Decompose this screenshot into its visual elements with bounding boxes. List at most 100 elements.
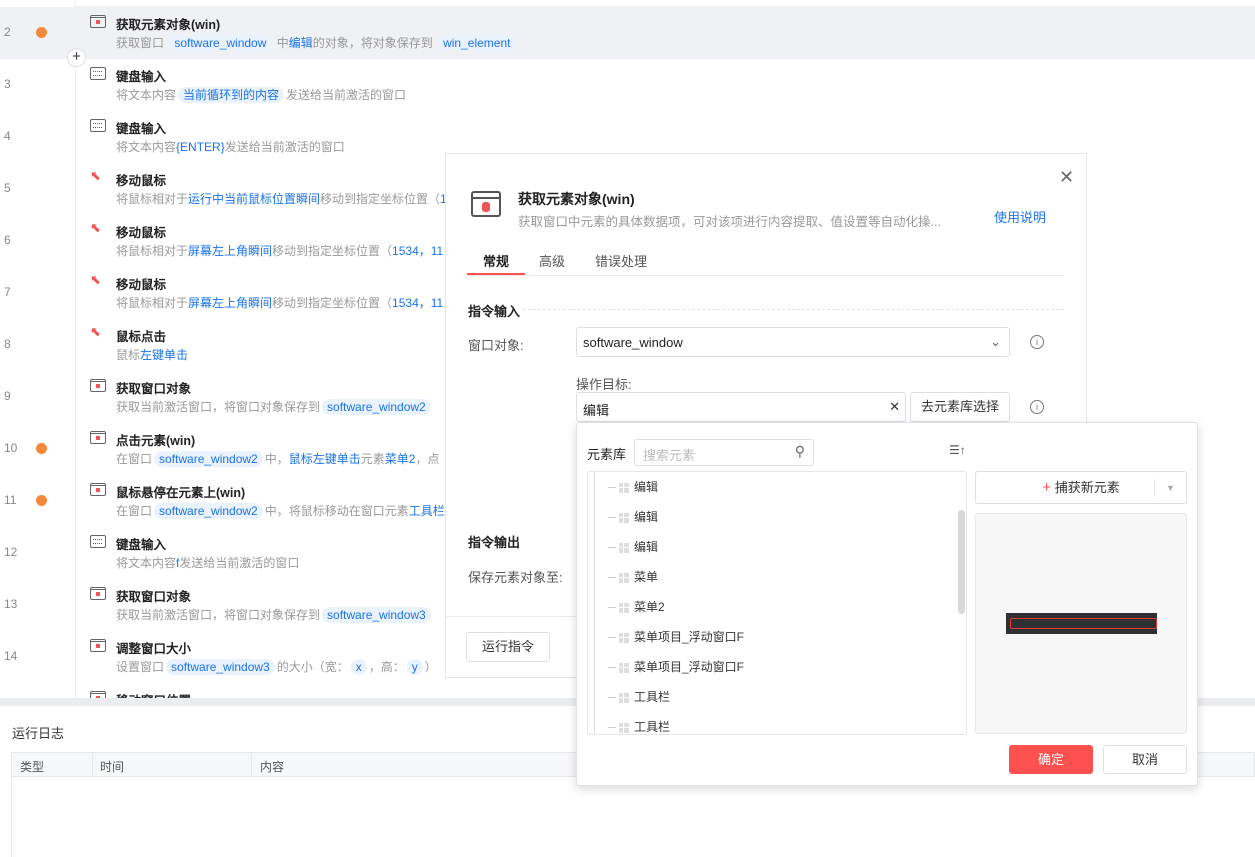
desc-text: 移动到指定坐标位置（ — [272, 296, 393, 310]
close-icon[interactable]: ✕ — [1059, 167, 1074, 188]
variable-chip[interactable]: software_window3 — [322, 607, 431, 623]
variable-link[interactable]: {ENTER} — [176, 140, 225, 154]
variable-link[interactable]: 工具栏 — [409, 504, 445, 518]
variable-chip[interactable]: 当前循环到的内容 — [178, 87, 285, 103]
variable-chip[interactable]: software_window3 — [166, 659, 275, 675]
cancel-button[interactable]: 取消 — [1103, 745, 1187, 774]
target-label: 操作目标: — [576, 377, 632, 392]
element-search-input[interactable]: 搜索元素 ⚲ — [634, 439, 814, 466]
tab-advanced[interactable]: 高级 — [539, 251, 565, 270]
tab-general[interactable]: 常规 — [483, 251, 509, 270]
window-object-label: 窗口对象: — [468, 338, 524, 353]
mouse-cursor-icon: ⬉ — [90, 272, 101, 287]
caret-down-icon[interactable]: ▼ — [1154, 479, 1186, 497]
dialog-description: 获取窗口中元素的具体数据项，可对该项进行内容提取、值设置等自动化操... — [518, 215, 941, 229]
save-element-label: 保存元素对象至: — [468, 570, 563, 585]
add-step-button[interactable]: + — [67, 48, 86, 67]
tree-item[interactable]: 编辑 — [608, 478, 658, 498]
tree-item[interactable]: 编辑 — [608, 538, 658, 558]
variable-link[interactable]: 鼠标左键单击 — [289, 452, 361, 466]
keyboard-icon — [90, 67, 106, 80]
search-icon: ⚲ — [794, 443, 805, 459]
tree-item[interactable]: 工具栏 — [608, 688, 670, 708]
desc-text: 将文本内容 — [116, 556, 177, 570]
step-description: 获取当前激活窗口，将窗口对象保存到 software_window3 — [116, 606, 433, 623]
window-object-select[interactable]: software_window ⌄ — [576, 327, 1010, 357]
element-tree[interactable]: 编辑 编辑 编辑 菜单 菜单2 菜单项目_浮动窗口F 菜单项目_浮动窗口F 工具栏 工具栏 — [587, 471, 967, 735]
variable-chip[interactable]: y — [406, 659, 423, 675]
desc-text: 中，将鼠标移动在窗口元素 — [264, 504, 409, 518]
window-icon — [90, 639, 106, 652]
step-title: 获取元素对象(win) — [116, 18, 221, 32]
desc-text: 将文本内容 — [116, 140, 177, 154]
variable-chip[interactable]: x — [350, 659, 367, 675]
help-link[interactable]: 使用说明 — [994, 207, 1046, 226]
active-tab-indicator — [467, 273, 525, 275]
windows-element-icon — [619, 632, 629, 643]
library-label: 元素库 — [587, 447, 627, 462]
variable-link[interactable]: 左键单击 — [140, 348, 188, 362]
desc-text: ） — [424, 660, 437, 674]
tree-item-label: 编辑 — [634, 480, 659, 494]
pick-from-library-button[interactable]: 去元素库选择 — [910, 392, 1010, 422]
capture-element-button[interactable]: + 捕获新元素 ▼ — [975, 471, 1187, 504]
sort-icon[interactable]: ☰↑ — [949, 443, 966, 457]
variable-link[interactable]: 1534，11 — [392, 296, 443, 310]
breakpoint-icon[interactable] — [36, 443, 47, 454]
window-object-value: software_window — [583, 335, 683, 350]
desc-text: 将文本内容 — [116, 88, 177, 102]
variable-chip[interactable]: software_window2 — [322, 399, 431, 415]
breakpoint-icon[interactable] — [36, 27, 47, 38]
run-command-button[interactable]: 运行指令 — [466, 632, 550, 662]
info-icon[interactable]: i — [1030, 400, 1044, 414]
line-number: 7 — [4, 285, 11, 299]
tab-error-handling[interactable]: 错误处理 — [595, 251, 647, 270]
window-icon — [90, 379, 106, 392]
tree-item[interactable]: 菜单项目_浮动窗口F — [608, 628, 744, 648]
variable-chip[interactable]: software_window — [169, 35, 272, 51]
scrollbar[interactable] — [958, 510, 965, 614]
target-input[interactable]: 编辑 ✕ — [576, 392, 906, 422]
step-title: 键盘输入 — [116, 122, 167, 136]
variable-link[interactable]: 屏幕左上角瞬间 — [188, 244, 272, 258]
variable-link[interactable]: 1534，11 — [392, 244, 443, 258]
flow-step[interactable]: 2 获取元素对象(win) 获取窗口 software_window 中编辑的对象，… — [0, 6, 1255, 59]
variable-chip[interactable]: software_window2 — [154, 451, 263, 467]
tree-item[interactable]: 工具栏 — [608, 718, 671, 734]
line-number: 13 — [4, 597, 18, 611]
info-icon[interactable]: i — [1030, 335, 1044, 349]
variable-chip[interactable]: win_element — [438, 35, 516, 51]
tree-item[interactable]: 菜单2 — [608, 598, 665, 618]
desc-text: ，高： — [368, 660, 405, 674]
keyboard-icon — [90, 535, 106, 548]
clear-icon[interactable]: ✕ — [889, 399, 900, 415]
variable-chip[interactable]: software_window2 — [154, 503, 263, 519]
variable-link[interactable]: 运行中当前鼠标位置瞬间 — [188, 192, 320, 206]
window-icon — [90, 587, 106, 600]
mouse-cursor-icon: ⬉ — [90, 220, 101, 235]
variable-link[interactable]: 屏幕左上角瞬间 — [188, 296, 272, 310]
confirm-button[interactable]: 确定 — [1009, 745, 1093, 774]
tree-item[interactable]: 编辑 — [608, 508, 658, 528]
desc-text: 获取当前激活窗口，将窗口对象保存到 — [116, 400, 321, 414]
line-number: 6 — [4, 233, 11, 247]
column-content: 内容 — [260, 760, 285, 774]
search-placeholder: 搜索元素 — [643, 448, 696, 463]
desc-text: 中， — [264, 452, 289, 466]
windows-element-icon — [619, 512, 629, 523]
tree-item-label: 编辑 — [634, 510, 659, 524]
breakpoint-icon[interactable] — [36, 495, 47, 506]
tree-item-label: 工具栏 — [634, 720, 671, 734]
flow-step[interactable]: 3 键盘输入 将文本内容 当前循环到的内容 发送给当前激活的窗口 — [0, 59, 1255, 111]
variable-link[interactable]: 编辑 — [289, 36, 313, 50]
keyboard-icon — [90, 119, 106, 132]
tree-item-label: 菜单项目_浮动窗口F — [634, 660, 745, 674]
step-description: 将文本内容 当前循环到的内容 发送给当前激活的窗口 — [116, 86, 406, 103]
step-description: 设置窗口 software_window3 的大小（宽： x ，高： y） — [116, 658, 437, 675]
window-icon — [90, 431, 106, 444]
tree-item[interactable]: 菜单项目_浮动窗口F — [608, 658, 744, 678]
tree-item[interactable]: 菜单 — [608, 568, 658, 588]
variable-link[interactable]: 菜单2 — [385, 452, 416, 466]
step-title: 移动窗口位置 — [116, 690, 191, 698]
step-description: 将鼠标相对于运行中当前鼠标位置瞬间移动到指定坐标位置（1 — [116, 190, 447, 207]
